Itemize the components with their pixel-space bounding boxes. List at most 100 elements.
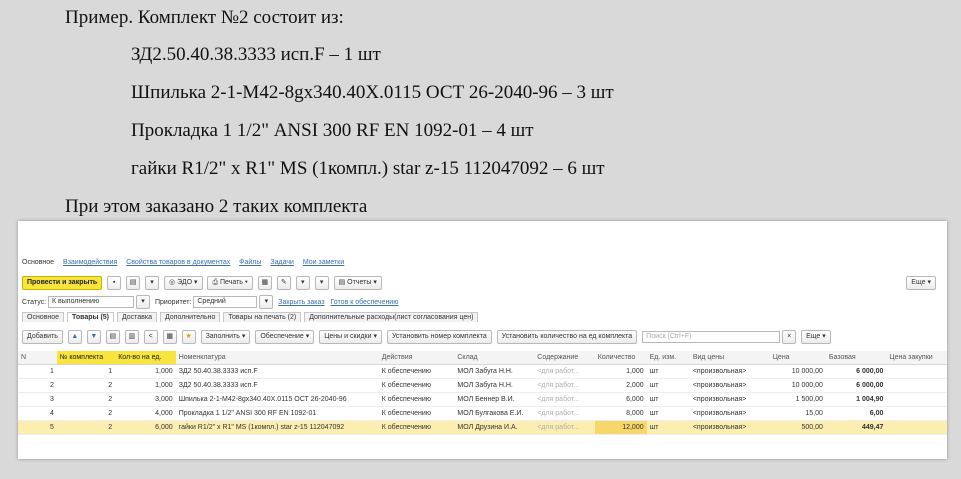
col-content[interactable]: Содержание <box>534 351 595 365</box>
cell-kit[interactable]: 1 <box>56 364 116 379</box>
cell-n[interactable]: 2 <box>18 378 57 393</box>
form-tab-delivery[interactable]: Доставка <box>116 312 158 322</box>
create-based-icon[interactable]: ▾ <box>145 276 160 290</box>
star-icon[interactable]: ★ <box>181 330 196 344</box>
col-qty-per-unit[interactable]: Кол-во на ед. <box>115 351 176 365</box>
save-icon[interactable]: ▪ <box>107 276 122 290</box>
cell-item[interactable]: Прокладка 1 1/2" ANSI 300 RF EN 1092-01 <box>175 406 379 421</box>
move-down-icon[interactable]: ▼ <box>86 330 101 344</box>
set-kit-number-button[interactable]: Установить номер комплекта <box>386 330 492 344</box>
col-warehouse[interactable]: Склад <box>454 351 535 365</box>
cell-content[interactable]: <для работ... <box>534 364 595 379</box>
cell-kit[interactable]: 2 <box>56 406 116 421</box>
ready-for-supply-link[interactable]: Готов к обеспечению <box>330 299 398 306</box>
cell-action[interactable]: К обеспечению <box>378 364 455 379</box>
cell-base[interactable]: 6 000,00 <box>825 378 887 393</box>
cell-qty[interactable]: 8,000 <box>594 406 647 421</box>
cell-price[interactable]: 1 500,00 <box>769 392 826 407</box>
cell-kit[interactable]: 2 <box>56 392 116 407</box>
cell-base[interactable]: 6,00 <box>825 406 887 421</box>
cell-price[interactable]: 500,00 <box>769 420 826 435</box>
table-row[interactable]: 5 2 6,000 гайки R1/2" x R1" MS (1компл.) st… <box>18 420 947 435</box>
cell-kit[interactable]: 2 <box>56 378 116 393</box>
nav-tab-tasks[interactable]: Задачи <box>270 259 294 266</box>
cell-purchase[interactable] <box>886 420 947 435</box>
add-button[interactable]: Добавить <box>22 330 63 344</box>
cell-price_type[interactable]: <произвольная> <box>689 378 770 393</box>
cell-warehouse[interactable]: МОЛ Забуга Н.Н. <box>454 364 535 379</box>
cell-warehouse[interactable]: МОЛ Булгакова Е.И. <box>454 406 535 421</box>
cell-unit[interactable]: шт <box>646 378 690 393</box>
table-more-button[interactable]: Еще ▾ <box>801 330 831 344</box>
cell-qty[interactable]: 1,000 <box>594 364 647 379</box>
col-price-type[interactable]: Вид цены <box>689 351 770 365</box>
cell-n[interactable]: 3 <box>18 392 57 407</box>
col-unit[interactable]: Ед. изм. <box>646 351 690 365</box>
copy-row-icon[interactable]: ▤ <box>105 330 120 344</box>
cell-action[interactable]: К обеспечению <box>378 420 455 435</box>
cell-n[interactable]: 1 <box>18 364 57 379</box>
close-order-link[interactable]: Закрыть заказ <box>278 299 324 306</box>
cell-item[interactable]: ЗД2 50.40.38.3333 исп.F <box>175 364 379 379</box>
cell-action[interactable]: К обеспечению <box>378 406 455 421</box>
cell-qty[interactable]: 2,000 <box>594 378 647 393</box>
form-tab-additional[interactable]: Дополнительно <box>159 312 221 322</box>
table-row[interactable]: 4 2 4,000 Прокладка 1 1/2" ANSI 300 RF EN 1… <box>18 406 947 421</box>
nav-tab-files[interactable]: Файлы <box>239 259 261 266</box>
nav-tab-product-properties[interactable]: Свойства товаров в документах <box>126 259 230 266</box>
cell-unit[interactable]: шт <box>646 420 690 435</box>
priority-field[interactable]: Средний <box>193 296 258 308</box>
cell-content[interactable]: <для работ... <box>534 406 595 421</box>
cell-purchase[interactable] <box>886 392 947 407</box>
status-dropdown-icon[interactable]: ▾ <box>135 295 150 309</box>
paste-icon[interactable]: ▥ <box>124 330 139 344</box>
cell-unit[interactable]: шт <box>646 406 690 421</box>
cell-kit[interactable]: 2 <box>56 420 116 435</box>
cell-per_unit[interactable]: 4,000 <box>115 406 176 421</box>
col-kit-number[interactable]: № комплекта <box>56 351 116 365</box>
share-icon[interactable]: < <box>143 330 158 344</box>
col-base[interactable]: Базовая <box>825 351 887 365</box>
cell-price_type[interactable]: <произвольная> <box>689 420 770 435</box>
cell-purchase[interactable] <box>886 406 947 421</box>
col-n[interactable]: N <box>18 351 57 365</box>
fill-button[interactable]: Заполнить ▾ <box>200 330 251 344</box>
prices-button[interactable]: Цены и скидки ▾ <box>319 330 382 344</box>
cell-price_type[interactable]: <произвольная> <box>689 392 770 407</box>
set-qty-per-kit-button[interactable]: Установить количество на ед комплекта <box>496 330 638 344</box>
table-row[interactable]: 1 1 1,000 ЗД2 50.40.38.3333 исп.F К обеспече… <box>18 364 947 379</box>
cell-per_unit[interactable]: 1,000 <box>115 364 176 379</box>
cell-action[interactable]: К обеспечению <box>378 392 455 407</box>
cell-warehouse[interactable]: МОЛ Забуга Н.Н. <box>454 378 535 393</box>
cell-item[interactable]: ЗД2 50.40.38.3333 исп.F <box>175 378 379 393</box>
cell-content[interactable]: <для работ... <box>534 420 595 435</box>
cell-item[interactable]: Шпилька 2-1-М42-8gx340.40Х.0115 ОСТ 26-2… <box>175 392 379 407</box>
cell-price[interactable]: 10 000,00 <box>769 364 826 379</box>
status-field[interactable]: К выполнению <box>48 296 135 308</box>
structure-icon[interactable]: ▾ <box>295 276 310 290</box>
cell-per_unit[interactable]: 1,000 <box>115 378 176 393</box>
cell-qty[interactable]: 6,000 <box>594 392 647 407</box>
cell-action[interactable]: К обеспечению <box>378 378 455 393</box>
table-settings-icon[interactable]: ▦ <box>162 330 177 344</box>
cell-purchase[interactable] <box>886 378 947 393</box>
search-input[interactable]: Поиск (Ctrl+F) <box>642 331 781 343</box>
table-row[interactable]: 2 2 1,000 ЗД2 50.40.38.3333 исп.F К обеспече… <box>18 378 947 393</box>
cell-price[interactable]: 10 000,00 <box>769 378 826 393</box>
cell-content[interactable]: <для работ... <box>534 392 595 407</box>
cell-base[interactable]: 6 000,00 <box>825 364 887 379</box>
cell-price_type[interactable]: <произвольная> <box>689 364 770 379</box>
clear-search-button[interactable]: × <box>782 330 797 344</box>
cell-price_type[interactable]: <произвольная> <box>689 406 770 421</box>
form-tab-main[interactable]: Основное <box>22 312 65 322</box>
move-up-icon[interactable]: ▲ <box>67 330 82 344</box>
cell-qty[interactable]: 12,000 <box>594 420 647 435</box>
col-purchase-price[interactable]: Цена закупки <box>886 351 947 365</box>
print-button[interactable]: ⎙ Печать ▾ <box>207 276 253 290</box>
cell-warehouse[interactable]: МОЛ Друзина И.А. <box>454 420 535 435</box>
cell-base[interactable]: 1 004,90 <box>825 392 887 407</box>
edo-button[interactable]: ◎ ЭДО ▾ <box>164 276 203 290</box>
supply-button[interactable]: Обеспечение ▾ <box>255 330 315 344</box>
cell-per_unit[interactable]: 6,000 <box>115 420 176 435</box>
form-tab-extra-costs[interactable]: Дополнительные расходы(лист согласования… <box>304 312 479 322</box>
